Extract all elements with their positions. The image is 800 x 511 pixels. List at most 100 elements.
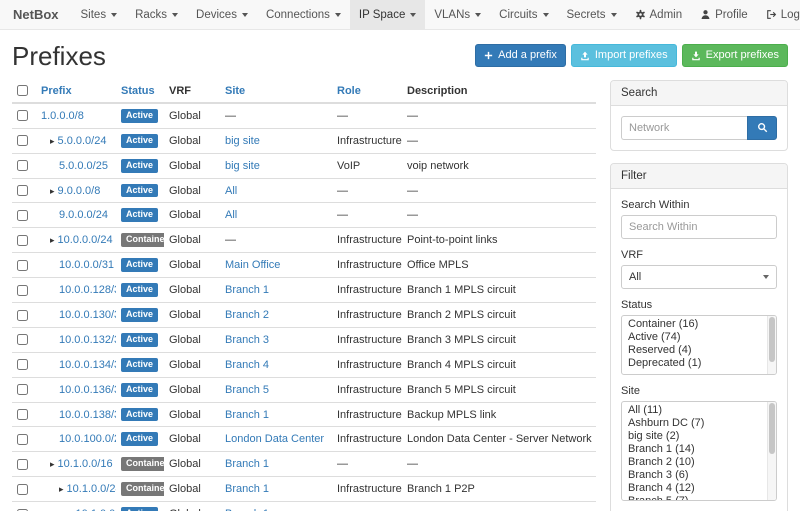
prefix-link[interactable]: 10.1.0.0/16 — [58, 458, 113, 470]
row-checkbox[interactable] — [17, 260, 28, 271]
prefix-link[interactable]: 10.0.0.138/31 — [59, 409, 116, 421]
multiselect-option[interactable]: All (11) — [622, 404, 776, 417]
prefix-link[interactable]: 1.0.0.0/8 — [41, 110, 84, 122]
filter-label-status: Status — [621, 299, 777, 311]
nav-item-admin[interactable]: Admin — [626, 0, 692, 29]
vrf-cell: Global — [164, 502, 220, 511]
site-link[interactable]: All — [225, 185, 237, 197]
row-checkbox[interactable] — [17, 285, 28, 296]
search-button[interactable] — [747, 116, 777, 140]
table-header-row: PrefixStatusVRFSiteRoleDescription — [12, 80, 596, 103]
column-header-role[interactable]: Role — [337, 85, 361, 97]
nav-item-connections[interactable]: Connections — [257, 0, 350, 29]
add-a-prefix-button[interactable]: Add a prefix — [475, 44, 566, 67]
multiselect-option[interactable]: Active (74) — [622, 331, 776, 344]
multiselect-option[interactable]: Reserved (4) — [622, 344, 776, 357]
site-link[interactable]: Branch 1 — [225, 458, 269, 470]
row-checkbox[interactable] — [17, 235, 28, 246]
site-link[interactable]: big site — [225, 160, 260, 172]
site-link[interactable]: Branch 2 — [225, 309, 269, 321]
nav-item-label: Profile — [715, 9, 748, 21]
filter-select-vrf[interactable]: All — [621, 265, 777, 289]
role-cell: Infrastructure — [332, 377, 402, 402]
multiselect-option[interactable]: Branch 4 (12) — [622, 482, 776, 495]
search-input[interactable] — [621, 116, 747, 140]
filter-multiselect-status[interactable]: Container (16)Active (74)Reserved (4)Dep… — [621, 315, 777, 375]
row-checkbox[interactable] — [17, 110, 28, 121]
select-all-checkbox[interactable] — [17, 85, 28, 96]
column-header-status[interactable]: Status — [121, 85, 155, 97]
prefix-link[interactable]: 10.0.0.130/31 — [59, 309, 116, 321]
prefix-link[interactable]: 10.0.0.0/24 — [58, 234, 113, 246]
description-cell: Branch 4 MPLS circuit — [402, 352, 596, 377]
multiselect-option[interactable]: Container (16) — [622, 318, 776, 331]
nav-item-racks[interactable]: Racks — [126, 0, 187, 29]
nav-item-secrets[interactable]: Secrets — [558, 0, 626, 29]
nav-item-devices[interactable]: Devices — [187, 0, 257, 29]
role-cell: Infrastructure — [332, 477, 402, 502]
multiselect-option[interactable]: Branch 3 (6) — [622, 469, 776, 482]
row-checkbox[interactable] — [17, 384, 28, 395]
row-checkbox[interactable] — [17, 459, 28, 470]
multiselect-option[interactable]: Branch 5 (7) — [622, 495, 776, 501]
nav-item-label: Racks — [135, 9, 167, 21]
row-checkbox[interactable] — [17, 135, 28, 146]
app-logo[interactable]: NetBox — [0, 0, 72, 29]
column-header-site[interactable]: Site — [225, 85, 245, 97]
nav-item-ip-space[interactable]: IP Space — [350, 0, 425, 29]
site-link[interactable]: big site — [225, 135, 260, 147]
nav-item-sites[interactable]: Sites — [72, 0, 127, 29]
nav-item-vlans[interactable]: VLANs — [425, 0, 490, 29]
multiselect-option[interactable]: Ashburn DC (7) — [622, 417, 776, 430]
site-link[interactable]: Main Office — [225, 259, 280, 271]
nav-item-circuits[interactable]: Circuits — [490, 0, 557, 29]
prefix-link[interactable]: 10.1.0.0/24 — [67, 483, 116, 495]
prefix-link[interactable]: 10.0.100.0/24 — [59, 433, 116, 445]
filter-fields: Search WithinVRFAllStatusContainer (16)A… — [611, 189, 787, 511]
nav-item-label: IP Space — [359, 9, 405, 21]
filter-multiselect-site[interactable]: All (11)Ashburn DC (7)big site (2)Branch… — [621, 401, 777, 501]
row-checkbox[interactable] — [17, 359, 28, 370]
row-checkbox[interactable] — [17, 160, 28, 171]
column-header-prefix[interactable]: Prefix — [41, 85, 72, 97]
site-link[interactable]: Branch 5 — [225, 384, 269, 396]
prefix-link[interactable]: 10.0.0.0/31 — [59, 259, 114, 271]
prefix-link[interactable]: 10.0.0.134/31 — [59, 359, 116, 371]
row-checkbox[interactable] — [17, 210, 28, 221]
nav-item-log-out[interactable]: Log out — [757, 0, 800, 29]
row-checkbox[interactable] — [17, 185, 28, 196]
row-checkbox[interactable] — [17, 310, 28, 321]
prefix-link[interactable]: 9.0.0.0/8 — [58, 185, 101, 197]
multiselect-option[interactable]: Deprecated (1) — [622, 357, 776, 370]
prefix-link[interactable]: 5.0.0.0/24 — [58, 135, 107, 147]
multiselect-option[interactable]: Branch 1 (14) — [622, 443, 776, 456]
row-checkbox[interactable] — [17, 434, 28, 445]
site-link[interactable]: Branch 1 — [225, 483, 269, 495]
row-checkbox[interactable] — [17, 409, 28, 420]
scrollbar-thumb[interactable] — [769, 317, 775, 362]
prefix-link[interactable]: 10.0.0.136/31 — [59, 384, 116, 396]
site-link[interactable]: All — [225, 209, 237, 221]
prefix-link[interactable]: 10.0.0.128/31 — [59, 284, 116, 296]
prefix-link[interactable]: 10.0.0.132/31 — [59, 334, 116, 346]
prefix-link[interactable]: 5.0.0.0/25 — [59, 160, 108, 172]
site-link[interactable]: Branch 4 — [225, 359, 269, 371]
scrollbar-thumb[interactable] — [769, 403, 775, 454]
filter-input-search-within[interactable] — [621, 215, 777, 239]
site-link[interactable]: Branch 1 — [225, 409, 269, 421]
chevron-down-icon — [335, 13, 341, 17]
import-prefixes-button[interactable]: Import prefixes — [571, 44, 677, 67]
site-link[interactable]: Branch 1 — [225, 284, 269, 296]
row-checkbox[interactable] — [17, 334, 28, 345]
multiselect-option[interactable]: Branch 2 (10) — [622, 456, 776, 469]
multiselect-option[interactable]: big site (2) — [622, 430, 776, 443]
scrollbar[interactable] — [767, 316, 776, 374]
export-prefixes-button[interactable]: Export prefixes — [682, 44, 788, 67]
scrollbar[interactable] — [767, 402, 776, 500]
nav-item-profile[interactable]: Profile — [691, 0, 757, 29]
site-link[interactable]: London Data Center — [225, 433, 324, 445]
page-actions: Add a prefixImport prefixesExport prefix… — [475, 42, 788, 67]
row-checkbox[interactable] — [17, 484, 28, 495]
site-link[interactable]: Branch 3 — [225, 334, 269, 346]
prefix-link[interactable]: 9.0.0.0/24 — [59, 209, 108, 221]
